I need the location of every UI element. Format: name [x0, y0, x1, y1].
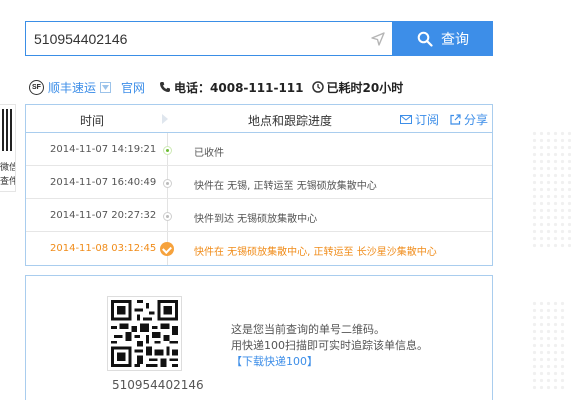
subscribe-label: 订阅 [415, 113, 440, 127]
tracking-row: 2014-11-07 14:19:21 已收件 [26, 134, 492, 166]
header-divider-arrow [162, 114, 168, 124]
header-time: 时间 [80, 114, 105, 128]
mail-icon [400, 115, 412, 124]
official-site-link[interactable]: 官网 [121, 79, 145, 96]
qr-description-line1: 这是您当前查询的单号二维码。 [231, 323, 385, 336]
timeline-dot-icon [163, 146, 172, 155]
header-location: 地点和跟踪进度 [248, 114, 333, 128]
phone-icon [160, 82, 171, 92]
row-description: 快件在 无锡, 正转运至 无锡硕放集散中心 [194, 181, 377, 192]
row-time: 2014-11-07 14:19:21 [50, 144, 157, 155]
qr-description-line2: 用快递100扫描即可实时追踪该单信息。 [231, 339, 428, 352]
sf-logo-icon: SF [29, 79, 44, 95]
share-icon [450, 114, 461, 125]
search-button[interactable]: 查询 [393, 21, 493, 56]
row-description: 快件在 无锡硕放集散中心, 正转运至 长沙星沙集散中心 [194, 247, 437, 258]
chevron-down-icon [102, 84, 110, 90]
tracking-row: 2014-11-07 16:40:49 快件在 无锡, 正转运至 无锡硕放集散中… [26, 167, 492, 199]
decorative-dots [531, 300, 567, 390]
tracking-row-latest: 2014-11-08 03:12:45 快件在 无锡硕放集散中心, 正转运至 长… [26, 233, 492, 265]
row-time: 2014-11-07 20:27:32 [50, 210, 157, 221]
row-time: 2014-11-07 16:40:49 [50, 177, 157, 188]
share-button[interactable]: 分享 [450, 111, 488, 128]
phone-number: 电话：4008-111-111 [174, 80, 304, 95]
qr-tracking-number: 510954402146 [112, 378, 204, 392]
send-location-icon[interactable] [370, 31, 386, 47]
timeline-dot-icon [163, 179, 172, 188]
tracking-number-input[interactable] [26, 22, 366, 55]
wechat-qr-icon [0, 109, 12, 151]
check-label: 查件 [0, 177, 15, 187]
tracking-row: 2014-11-07 20:27:32 快件到达 无锡硕放集散中心 [26, 200, 492, 232]
carrier-name[interactable]: 顺丰速运 [48, 79, 96, 96]
search-icon [417, 31, 433, 47]
search-button-label: 查询 [441, 30, 469, 47]
timeline-dot-icon [163, 212, 172, 221]
download-app-link[interactable]: 【下载快递100】 [231, 353, 318, 369]
carrier-info-row: SF 顺丰速运 官网 电话：4008-111-111 已耗时20小时 [29, 79, 403, 95]
qr-panel: 510954402146 这是您当前查询的单号二维码。 用快递100扫描即可实时… [25, 275, 493, 400]
subscribe-button[interactable]: 订阅 [400, 111, 439, 128]
tracking-qr-code-icon [107, 296, 182, 371]
share-label: 分享 [464, 113, 489, 127]
row-description: 已收件 [194, 148, 224, 159]
row-description: 快件到达 无锡硕放集散中心 [194, 214, 318, 225]
current-status-icon [160, 242, 174, 256]
table-header: 时间 地点和跟踪进度 订阅 分享 [26, 105, 492, 133]
search-box [25, 21, 393, 56]
carrier-dropdown[interactable] [100, 81, 112, 93]
row-time: 2014-11-08 03:12:45 [50, 243, 157, 254]
wechat-label: 微信 [0, 163, 15, 173]
clock-icon [311, 81, 324, 93]
wechat-qr-strip[interactable]: 微信 查件 [0, 104, 16, 192]
tracking-table: 时间 地点和跟踪进度 订阅 分享 2014-11-07 14:19:21 已收件… [25, 104, 493, 266]
elapsed-time: 已耗时20小时 [326, 80, 404, 95]
decorative-dots [531, 130, 571, 250]
